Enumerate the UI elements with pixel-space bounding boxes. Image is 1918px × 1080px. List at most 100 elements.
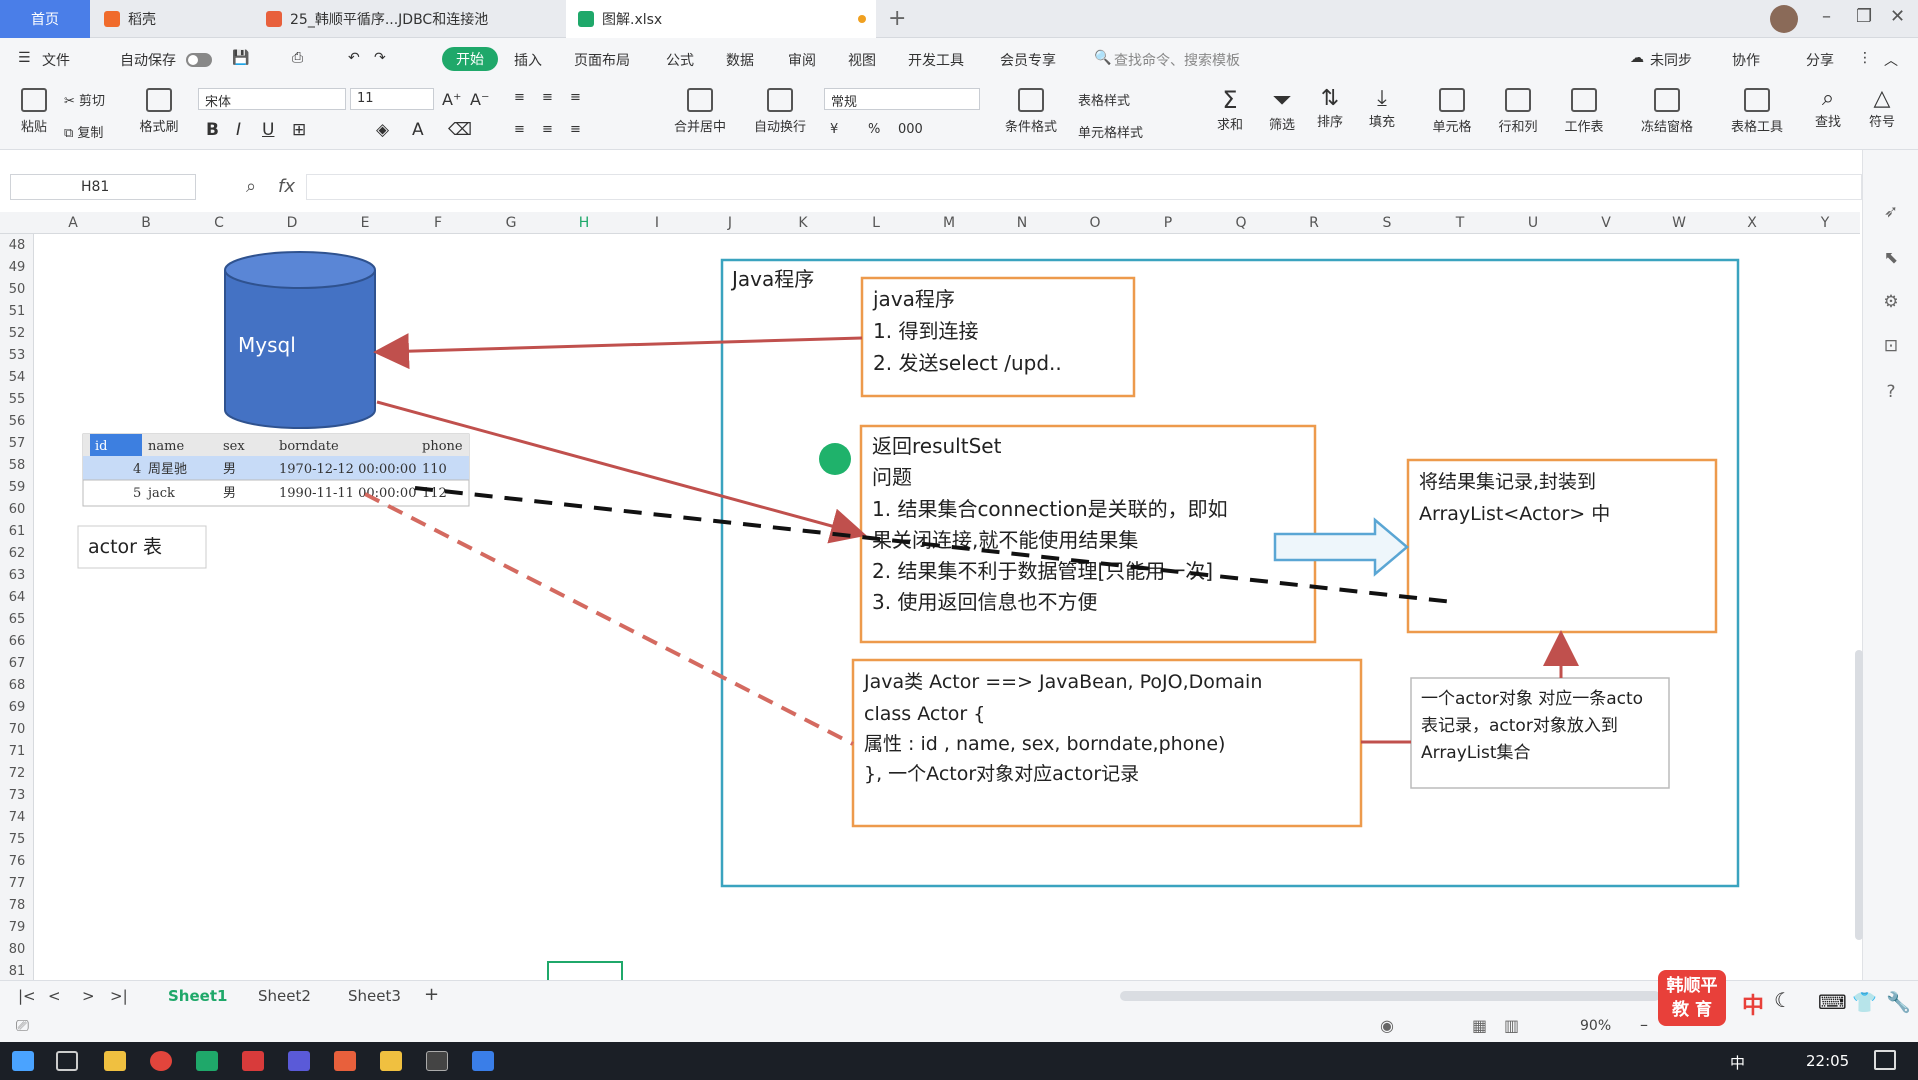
rocket-icon[interactable]: ➶ <box>1881 202 1901 222</box>
font-color-icon[interactable]: A <box>412 120 424 140</box>
column-header[interactable]: X <box>1742 215 1762 231</box>
row-header[interactable]: 56 <box>0 414 34 429</box>
app-icon[interactable] <box>472 1051 494 1071</box>
row-header[interactable]: 59 <box>0 480 34 495</box>
print-icon[interactable]: ⎙ <box>292 50 303 66</box>
app-icon[interactable] <box>288 1051 310 1071</box>
align-right-icon[interactable]: ≡ <box>570 122 581 137</box>
add-sheet-icon[interactable]: + <box>424 984 439 1005</box>
column-header[interactable]: T <box>1450 215 1470 231</box>
menu-member[interactable]: 会员专享 <box>1000 50 1056 70</box>
column-header[interactable]: I <box>647 215 667 231</box>
menu-formula[interactable]: 公式 <box>666 50 694 70</box>
search-icon[interactable]: 🔍 <box>1094 50 1111 66</box>
tab-ppt-doc[interactable]: 25_韩顺平循序...JDBC和连接池 <box>254 0 564 38</box>
cursor-icon[interactable]: ⬉ <box>1881 248 1901 268</box>
format-painter-button[interactable]: 格式刷 <box>136 88 182 135</box>
new-tab-plus-icon[interactable]: + <box>888 6 906 31</box>
unsync-label[interactable]: 未同步 <box>1650 50 1692 70</box>
column-header[interactable]: F <box>428 215 448 231</box>
prev-sheet-icon[interactable]: < <box>48 987 61 1005</box>
row-header[interactable]: 48 <box>0 238 34 253</box>
row-header[interactable]: 73 <box>0 788 34 803</box>
italic-icon[interactable]: I <box>236 120 241 140</box>
column-header[interactable]: C <box>209 215 229 231</box>
row-header[interactable]: 66 <box>0 634 34 649</box>
wps-icon[interactable] <box>334 1051 356 1071</box>
worksheet-button[interactable]: 工作表 <box>1556 88 1612 135</box>
restore-icon[interactable]: ❐ <box>1856 6 1872 27</box>
fx-icon[interactable]: fx <box>278 176 295 197</box>
horizontal-scrollbar[interactable] <box>1120 991 1660 1001</box>
row-header[interactable]: 80 <box>0 942 34 957</box>
collab-button[interactable]: 协作 <box>1732 50 1760 70</box>
tab-docer[interactable]: 稻壳 <box>92 0 252 38</box>
shrink-font-icon[interactable]: A⁻ <box>470 90 489 109</box>
row-header[interactable]: 70 <box>0 722 34 737</box>
row-header[interactable]: 81 <box>0 964 34 979</box>
zoom-formula-icon[interactable]: ⌕ <box>246 176 256 197</box>
row-header[interactable]: 61 <box>0 524 34 539</box>
close-icon[interactable]: ✕ <box>1890 6 1905 27</box>
row-header[interactable]: 77 <box>0 876 34 891</box>
eraser-icon[interactable]: ⌫ <box>448 120 472 140</box>
moon-icon[interactable]: ☾ <box>1774 988 1792 1012</box>
menu-data[interactable]: 数据 <box>726 50 754 70</box>
menu-file[interactable]: 文件 <box>42 50 70 70</box>
sort-button[interactable]: ⇅ 排序 <box>1310 86 1350 130</box>
table-tools-button[interactable]: 表格工具 <box>1724 88 1790 135</box>
column-header[interactable]: O <box>1085 215 1105 231</box>
last-sheet-icon[interactable]: >| <box>110 987 128 1005</box>
sheet-tab-1[interactable]: Sheet1 <box>168 987 227 1005</box>
filter-button[interactable]: ⏷ 筛选 <box>1262 86 1302 133</box>
windows-start-icon[interactable] <box>12 1051 34 1071</box>
merge-center-button[interactable]: 合并居中 <box>664 88 736 135</box>
border-icon[interactable]: ⊞ <box>292 120 306 140</box>
column-header[interactable]: S <box>1377 215 1397 231</box>
ime-indicator[interactable]: 中 <box>1742 988 1764 1020</box>
column-header[interactable]: P <box>1158 215 1178 231</box>
column-header[interactable]: A <box>63 215 83 231</box>
wrap-text-button[interactable]: 自动换行 <box>744 88 816 135</box>
chrome-icon[interactable] <box>150 1051 172 1071</box>
taskbar-ime[interactable]: 中 <box>1730 1052 1745 1073</box>
align-middle-icon[interactable]: ≡ <box>542 90 553 105</box>
app-icon[interactable] <box>196 1051 218 1071</box>
menu-review[interactable]: 审阅 <box>788 50 816 70</box>
cut-button[interactable]: ✂ 剪切 <box>64 90 105 109</box>
row-header[interactable]: 49 <box>0 260 34 275</box>
copy-button[interactable]: ⧉ 复制 <box>64 122 103 141</box>
row-header[interactable]: 71 <box>0 744 34 759</box>
terminal-icon[interactable] <box>426 1051 448 1071</box>
more-icon[interactable]: ⋮ <box>1858 50 1872 66</box>
wrench-icon[interactable]: 🔧 <box>1886 990 1911 1014</box>
notification-icon[interactable] <box>1874 1050 1896 1070</box>
tab-xlsx[interactable]: 图解.xlsx <box>566 0 876 38</box>
freeze-panes-button[interactable]: 冻结窗格 <box>1634 88 1700 135</box>
app-icon[interactable] <box>242 1051 264 1071</box>
shirt-icon[interactable]: 👕 <box>1852 990 1877 1014</box>
sheet-tab-3[interactable]: Sheet3 <box>348 987 401 1005</box>
collapse-ribbon-icon[interactable]: ︿ <box>1884 50 1898 70</box>
page-view-icon[interactable]: ▥ <box>1504 1016 1519 1035</box>
column-header[interactable]: M <box>939 215 959 231</box>
sheet-tab-2[interactable]: Sheet2 <box>258 987 311 1005</box>
column-header[interactable]: V <box>1596 215 1616 231</box>
table-style-button[interactable]: 表格样式 <box>1078 90 1130 109</box>
column-header[interactable]: J <box>720 215 740 231</box>
row-header[interactable]: 50 <box>0 282 34 297</box>
underline-icon[interactable]: U <box>262 120 274 140</box>
row-header[interactable]: 53 <box>0 348 34 363</box>
cell-button[interactable]: 单元格 <box>1424 88 1480 135</box>
macro-icon[interactable]: ⎚ <box>16 1016 29 1036</box>
symbol-button[interactable]: △ 符号 <box>1862 86 1902 130</box>
menu-start[interactable]: 开始 <box>442 47 498 71</box>
row-header[interactable]: 55 <box>0 392 34 407</box>
row-header[interactable]: 65 <box>0 612 34 627</box>
selected-cell[interactable] <box>547 961 623 980</box>
save-icon[interactable]: 💾 <box>232 50 249 66</box>
tab-home[interactable]: 首页 <box>0 0 90 38</box>
file-explorer-icon[interactable] <box>104 1051 126 1071</box>
column-header[interactable]: R <box>1304 215 1324 231</box>
align-bottom-icon[interactable]: ≡ <box>570 90 581 105</box>
